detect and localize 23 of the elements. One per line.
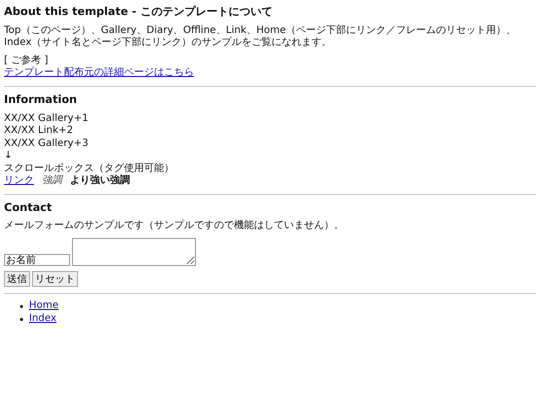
strong-text: より強い強調 [70,175,130,188]
contact-text: メールフォームのサンプルです（サンプルですので機能はしていません）。 [4,220,345,233]
section-heading: Information [4,92,78,106]
news-line: XX/XX Gallery+1 [4,112,88,125]
form-button[interactable]: リセット [32,270,78,287]
news-line: ↓ [4,150,12,162]
section-heading: Contact [4,200,53,214]
news-line: XX/XX Link+2 [4,125,74,138]
bullet-icon [20,318,23,321]
sample-link[interactable]: リンク [4,175,34,188]
nav-link[interactable]: Home [29,300,59,312]
bullet-icon [20,304,23,308]
about-text: Top（このページ）、Gallery、Diary、Offline、Link、Home（ページ下部にリンク／フレームのリセット用）、Index（サイト名とページ下部にリンク）のサンプルをご覧になれます。 [4,24,517,50]
form-button[interactable]: 送信 [4,270,30,287]
message-field[interactable] [72,238,196,266]
note-label: [ ご参考 ] [4,54,48,66]
news-line: XX/XX Gallery+3 [4,138,88,150]
emphasis-text: 強調 [42,175,62,188]
nav-link[interactable]: Index [29,313,57,326]
news-line: スクロールボックス（タグ使用可能） [4,162,174,174]
section-heading: About this template - このテンプレートについて [4,5,274,19]
template-link[interactable]: テンプレート配布元の詳細ページはこちら [4,67,194,80]
name-field[interactable]: お名前 [4,254,70,266]
